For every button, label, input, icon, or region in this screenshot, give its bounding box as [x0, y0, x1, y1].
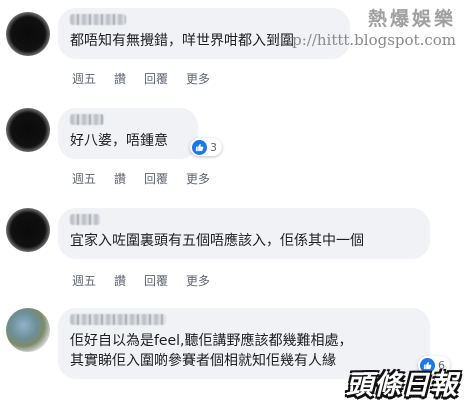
like-action[interactable]: 讚 [114, 272, 126, 289]
thumbs-up-icon [192, 139, 207, 155]
more-action[interactable]: 更多 [186, 272, 210, 289]
timestamp[interactable]: 週五 [72, 170, 96, 187]
more-action[interactable]: 更多 [186, 170, 210, 187]
comment-text-line-1: 佢好自以為是feel,聽佢講野應該都幾難相處， [70, 333, 353, 349]
timestamp[interactable]: 週五 [72, 272, 96, 289]
blurred-author-name[interactable] [70, 14, 126, 25]
like-action[interactable]: 讚 [114, 70, 126, 87]
watermark-title: 熱爆娛樂 [367, 8, 456, 30]
more-action[interactable]: 更多 [186, 70, 210, 87]
blurred-author-name[interactable] [70, 114, 104, 125]
comment-actions: 週五 讚 回覆 更多 [72, 70, 210, 87]
avatar[interactable] [6, 308, 50, 352]
comment-bubble: 宜家入咗圍裏頭有五個唔應該入，佢係其中一個 [58, 208, 430, 259]
comment-actions: 週五 讚 回覆 更多 [72, 272, 210, 289]
avatar[interactable] [6, 108, 50, 152]
reply-action[interactable]: 回覆 [144, 70, 168, 87]
like-action[interactable]: 讚 [114, 170, 126, 187]
reply-action[interactable]: 回覆 [144, 170, 168, 187]
newspaper-logo: 頭條日報 [346, 370, 458, 401]
reaction-number: 3 [210, 140, 217, 154]
avatar[interactable] [6, 12, 50, 56]
blog-watermark: 熱爆娛樂 http://hittt.blogspot.com [270, 4, 456, 49]
reaction-count[interactable]: 3 [190, 138, 222, 156]
comment-text: 好八婆，唔鍾意 [70, 133, 168, 149]
blurred-author-name[interactable] [70, 314, 166, 325]
comment-bubble: 好八婆，唔鍾意 [58, 108, 198, 159]
watermark-url: http://hittt.blogspot.com [270, 31, 456, 49]
comment-actions: 週五 讚 回覆 更多 [72, 170, 210, 187]
blurred-author-name[interactable] [70, 214, 100, 225]
avatar[interactable] [6, 208, 50, 252]
comment-text: 宜家入咗圍裏頭有五個唔應該入，佢係其中一個 [70, 233, 364, 249]
reply-action[interactable]: 回覆 [144, 272, 168, 289]
timestamp[interactable]: 週五 [72, 70, 96, 87]
